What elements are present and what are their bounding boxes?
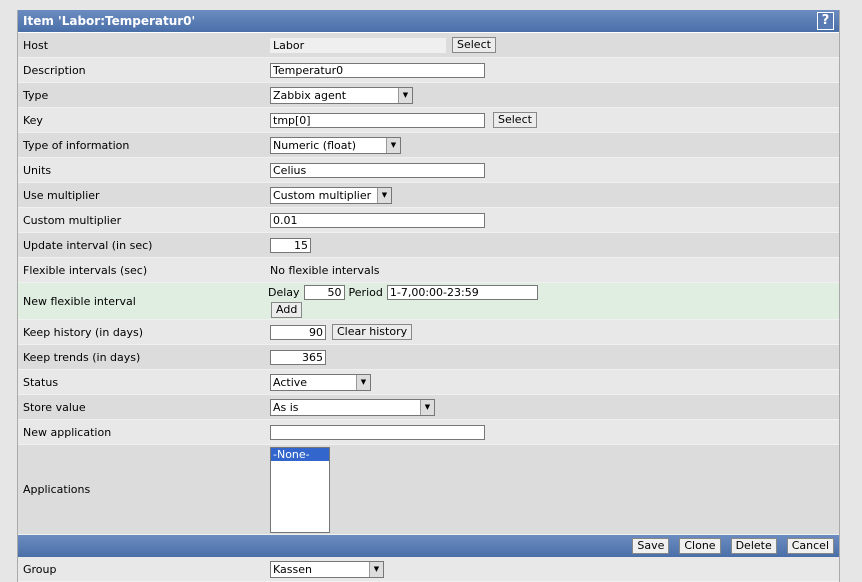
row-units: Units Celius bbox=[18, 158, 839, 183]
chevron-down-icon: ▼ bbox=[386, 137, 400, 153]
key-select-button[interactable]: Select bbox=[493, 112, 537, 128]
add-flexible-button[interactable]: Add bbox=[271, 301, 303, 318]
key-input[interactable]: tmp[0] bbox=[270, 112, 485, 128]
label-new-flexible: New flexible interval bbox=[23, 294, 136, 308]
row-description: Description Temperatur0 bbox=[18, 58, 839, 83]
units-input[interactable]: Celius bbox=[270, 162, 485, 178]
form-footer: Save Clone Delete Cancel bbox=[18, 535, 839, 557]
type-select[interactable]: Zabbix agent ▼ bbox=[270, 86, 413, 104]
row-applications: Applications -None- bbox=[18, 445, 839, 535]
host-select-button[interactable]: Select bbox=[452, 37, 496, 53]
clone-button[interactable]: Clone bbox=[679, 538, 721, 554]
label-status: Status bbox=[23, 375, 59, 389]
delay-label: Delay bbox=[268, 285, 300, 299]
trends-input[interactable]: 365 bbox=[270, 349, 326, 365]
label-new-app: New application bbox=[23, 425, 112, 439]
label-applications: Applications bbox=[23, 483, 91, 496]
delay-input[interactable]: 50 bbox=[303, 284, 345, 300]
period-input[interactable]: 1-7,00:00-23:59 bbox=[386, 284, 538, 300]
chevron-down-icon: ▼ bbox=[398, 87, 412, 103]
row-flexible-intervals: Flexible intervals (sec) No flexible inte… bbox=[18, 258, 839, 283]
row-new-application: New application bbox=[18, 420, 839, 445]
row-type: Type Zabbix agent ▼ bbox=[18, 83, 839, 108]
chevron-down-icon: ▼ bbox=[420, 399, 434, 415]
form-rows: Host Labor Select Description Temperatur0 T… bbox=[18, 33, 839, 535]
row-group: Group Kassen ▼ bbox=[18, 557, 839, 582]
label-type: Type bbox=[23, 88, 49, 102]
row-use-multiplier: Use multiplier Custom multiplier ▼ bbox=[18, 183, 839, 208]
delete-button[interactable]: Delete bbox=[730, 538, 777, 554]
group-value: Kassen bbox=[273, 562, 312, 576]
row-new-flexible-interval: New flexible interval Delay 50 Period 1-7,00… bbox=[18, 283, 839, 320]
host-field: Labor bbox=[270, 37, 446, 53]
use-multiplier-value: Custom multiplier bbox=[273, 188, 372, 202]
applications-list[interactable]: -None- bbox=[270, 446, 330, 533]
row-host: Host Labor Select bbox=[18, 33, 839, 58]
chevron-down-icon: ▼ bbox=[369, 561, 383, 577]
help-icon[interactable]: ? bbox=[817, 12, 834, 30]
type-value: Zabbix agent bbox=[273, 88, 347, 102]
label-custom-multiplier: Custom multiplier bbox=[23, 213, 122, 227]
type-info-value: Numeric (float) bbox=[273, 138, 357, 152]
row-custom-multiplier: Custom multiplier 0.01 bbox=[18, 208, 839, 233]
label-update-interval: Update interval (in sec) bbox=[23, 238, 153, 252]
use-multiplier-select[interactable]: Custom multiplier ▼ bbox=[270, 186, 392, 204]
type-info-select[interactable]: Numeric (float) ▼ bbox=[270, 136, 401, 154]
row-status: Status Active ▼ bbox=[18, 370, 839, 395]
description-input[interactable]: Temperatur0 bbox=[270, 62, 485, 78]
label-units: Units bbox=[23, 163, 52, 177]
row-store-value: Store value As is ▼ bbox=[18, 395, 839, 420]
new-application-input[interactable] bbox=[270, 424, 485, 440]
label-description: Description bbox=[23, 63, 86, 77]
form-title: Item 'Labor:Temperatur0' bbox=[23, 14, 196, 28]
label-flexible: Flexible intervals (sec) bbox=[23, 263, 148, 277]
item-form: Item 'Labor:Temperatur0'? Host Labor Selec… bbox=[17, 10, 840, 582]
label-use-multiplier: Use multiplier bbox=[23, 188, 100, 202]
row-type-of-information: Type of information Numeric (float) ▼ bbox=[18, 133, 839, 158]
label-type-info: Type of information bbox=[23, 138, 130, 152]
cancel-button[interactable]: Cancel bbox=[786, 538, 834, 554]
chevron-down-icon: ▼ bbox=[377, 187, 391, 203]
label-history: Keep history (in days) bbox=[23, 325, 144, 339]
application-option[interactable]: -None- bbox=[271, 447, 329, 461]
row-key: Key tmp[0] Select bbox=[18, 108, 839, 133]
label-host: Host bbox=[23, 38, 49, 52]
clear-history-button[interactable]: Clear history bbox=[332, 324, 413, 340]
row-keep-history: Keep history (in days) 90 Clear history bbox=[18, 320, 839, 345]
label-trends: Keep trends (in days) bbox=[23, 350, 141, 364]
label-key: Key bbox=[23, 113, 43, 127]
chevron-down-icon: ▼ bbox=[356, 374, 370, 390]
flexible-intervals-value: No flexible intervals bbox=[270, 263, 380, 277]
history-input[interactable]: 90 bbox=[270, 324, 326, 340]
status-select[interactable]: Active ▼ bbox=[270, 373, 371, 391]
label-store: Store value bbox=[23, 400, 86, 414]
row-update-interval: Update interval (in sec) 15 bbox=[18, 233, 839, 258]
form-header: Item 'Labor:Temperatur0'? bbox=[18, 10, 839, 33]
group-select[interactable]: Kassen ▼ bbox=[270, 560, 384, 578]
save-button[interactable]: Save bbox=[632, 538, 670, 554]
update-interval-input[interactable]: 15 bbox=[270, 237, 311, 253]
store-value: As is bbox=[273, 400, 299, 414]
row-keep-trends: Keep trends (in days) 365 bbox=[18, 345, 839, 370]
status-value: Active bbox=[273, 375, 308, 389]
custom-multiplier-input[interactable]: 0.01 bbox=[270, 212, 485, 228]
period-label: Period bbox=[348, 285, 383, 299]
label-group: Group bbox=[23, 562, 57, 576]
store-value-select[interactable]: As is ▼ bbox=[270, 398, 435, 416]
